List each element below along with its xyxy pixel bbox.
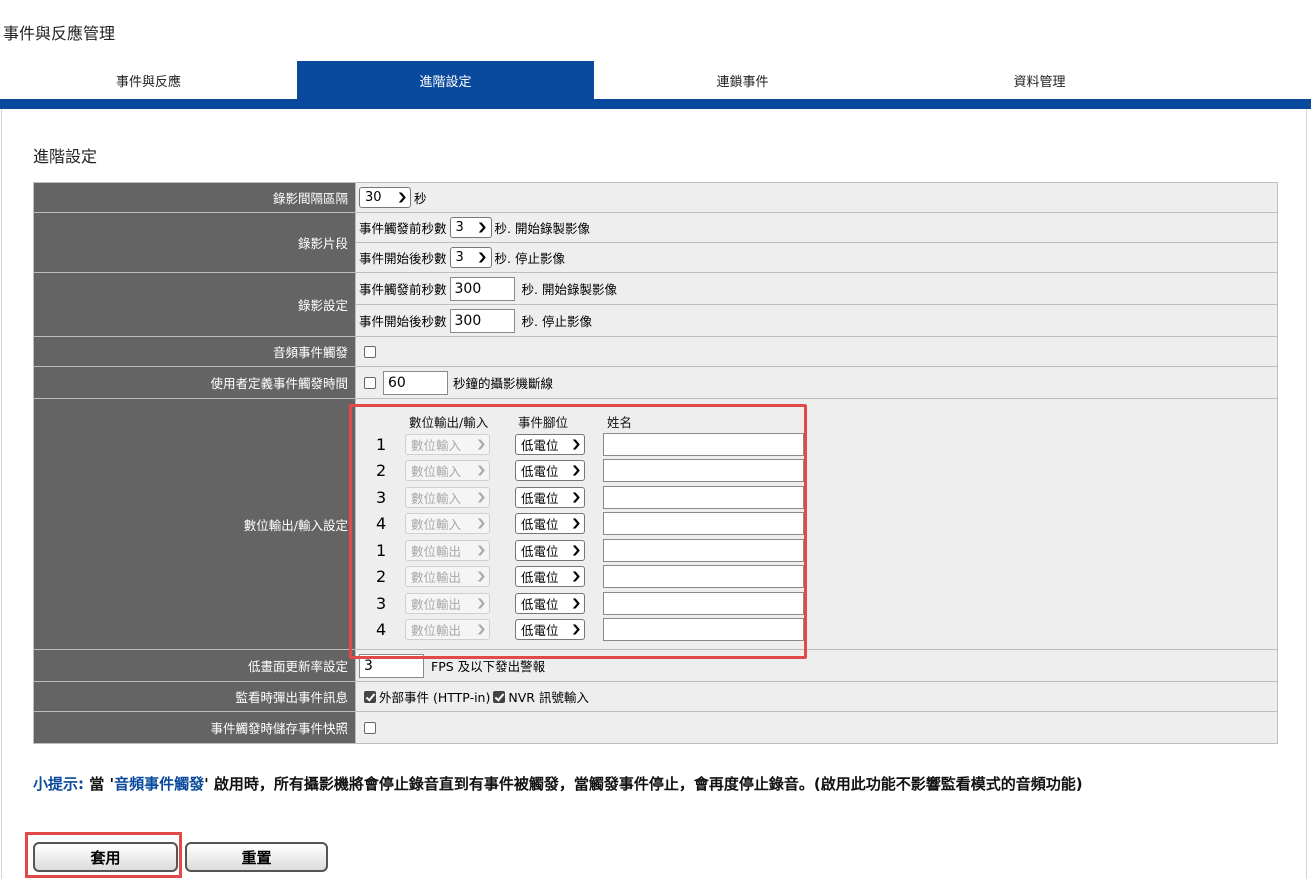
clip-post-select[interactable]: 3 ❯ xyxy=(449,247,492,268)
record-pre-suffix: 秒. 開始錄製影像 xyxy=(521,282,617,297)
tab-advanced[interactable]: 進階設定 xyxy=(297,61,594,99)
popup-http-checkbox[interactable] xyxy=(364,690,376,703)
snapshot-checkbox[interactable] xyxy=(364,721,376,734)
chevron-down-icon: ❯ xyxy=(476,222,488,233)
dio-highlight-box xyxy=(349,404,807,659)
popup-label: 監看時彈出事件訊息 xyxy=(33,681,356,712)
user-defined-checkbox[interactable] xyxy=(364,376,376,389)
user-defined-input[interactable]: 60 xyxy=(383,370,448,395)
user-defined-label: 使用者定義事件觸發時間 xyxy=(33,366,356,399)
chevron-down-icon: ❯ xyxy=(396,192,408,203)
apply-highlight-box xyxy=(25,832,182,878)
tab-data-management[interactable]: 資料管理 xyxy=(891,61,1188,99)
low-fps-label: 低畫面更新率設定 xyxy=(33,649,356,682)
record-pre-label: 事件觸發前秒數 xyxy=(359,282,447,297)
record-post-label: 事件開始後秒數 xyxy=(359,314,447,329)
tab-chain-events[interactable]: 連鎖事件 xyxy=(594,61,891,99)
clip-pre-select[interactable]: 3 ❯ xyxy=(449,217,492,238)
snapshot-label: 事件觸發時儲存事件快照 xyxy=(33,711,356,744)
dio-label: 數位輸出/輸入設定 xyxy=(33,398,356,650)
clip-post-label: 事件開始後秒數 xyxy=(359,251,447,266)
section-title: 進階設定 xyxy=(33,147,98,166)
audio-trigger-checkbox[interactable] xyxy=(364,345,376,358)
clip-post-suffix: 秒. 停止影像 xyxy=(494,251,565,266)
record-pre-input[interactable]: 300 xyxy=(449,276,515,301)
record-settings-label: 錄影設定 xyxy=(33,272,356,337)
record-interval-label: 錄影間隔區隔 xyxy=(33,182,356,213)
record-interval-select[interactable]: 30 ❯ xyxy=(359,187,411,208)
record-post-suffix: 秒. 停止影像 xyxy=(521,314,592,329)
record-interval-unit: 秒 xyxy=(414,191,427,206)
popup-nvr-label: NVR 訊號輸入 xyxy=(508,690,589,705)
reset-button[interactable]: 重置 xyxy=(185,842,328,872)
audio-trigger-label: 音頻事件觸發 xyxy=(33,336,356,367)
clip-pre-label: 事件觸發前秒數 xyxy=(359,221,447,236)
page-title: 事件與反應管理 xyxy=(3,24,116,43)
tab-bar: 事件與反應 進階設定 連鎖事件 資料管理 xyxy=(0,61,1311,99)
record-post-input[interactable]: 300 xyxy=(449,308,515,333)
popup-http-label: 外部事件 (HTTP-in) xyxy=(379,690,491,705)
popup-nvr-checkbox[interactable] xyxy=(493,690,506,703)
clip-pre-suffix: 秒. 開始錄製影像 xyxy=(494,221,590,236)
tab-underline xyxy=(0,99,1311,109)
clip-label: 錄影片段 xyxy=(33,212,356,273)
tab-events[interactable]: 事件與反應 xyxy=(0,61,297,99)
tip-text: 小提示: 當 '音頻事件觸發' 啟用時，所有攝影機將會停止錄音直到有事件被觸發，… xyxy=(33,775,1083,793)
chevron-down-icon: ❯ xyxy=(476,252,488,263)
user-defined-suffix: 秒鐘的攝影機斷線 xyxy=(453,376,554,391)
